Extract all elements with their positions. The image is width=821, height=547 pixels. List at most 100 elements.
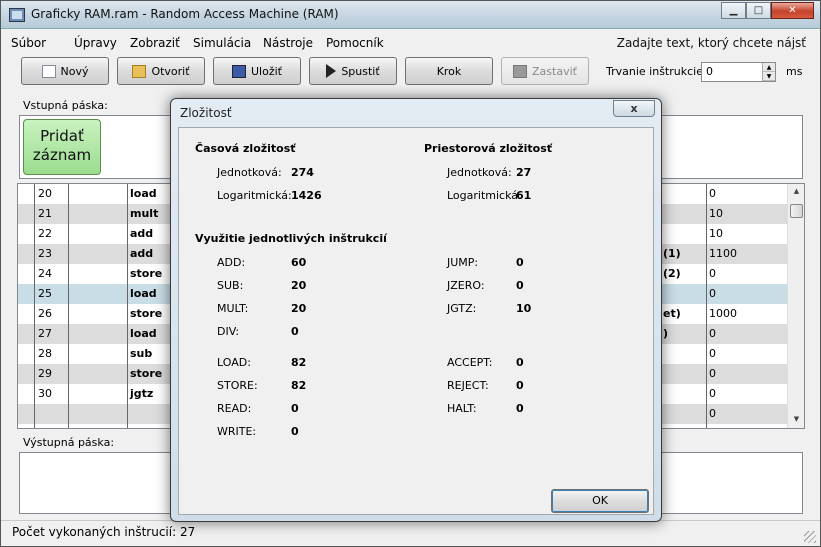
resize-grip-icon[interactable] (804, 531, 816, 543)
maximize-icon: □ (753, 5, 764, 16)
folder-icon (132, 64, 147, 78)
menu-nastroje[interactable]: Nástroje (263, 36, 313, 50)
row-number: 21 (38, 207, 52, 220)
maximize-button[interactable]: □ (746, 2, 771, 19)
row-instruction: load (130, 287, 157, 300)
instr-count: 60 (291, 256, 307, 269)
add-record-label: Pridať záznam (32, 127, 92, 164)
row-argument: (1) (663, 247, 681, 260)
step-button-label: Krok (436, 64, 462, 78)
menu-upravy[interactable]: Úpravy (74, 36, 117, 50)
save-button[interactable]: Uložiť (213, 57, 301, 85)
instr-name: WRITE: (217, 425, 257, 438)
row-number: 27 (38, 327, 52, 340)
grid-divider (706, 184, 707, 428)
instr-name: ACCEPT: (447, 356, 493, 369)
row-number: 22 (38, 227, 52, 240)
input-tape-label: Vstupná páska: (23, 99, 108, 112)
instr-count: 0 (291, 402, 299, 415)
step-button[interactable]: Krok (405, 57, 493, 85)
row-number: 29 (38, 367, 52, 380)
new-button[interactable]: Nový (21, 57, 109, 85)
row-register-value: 0 (709, 387, 716, 400)
time-complexity-heading: Časová zložitosť (195, 142, 296, 155)
minimize-button[interactable]: ▁ (721, 2, 746, 19)
row-register-value: 0 (709, 407, 716, 420)
instr-name: JUMP: (447, 256, 479, 269)
grid-divider (68, 184, 69, 428)
close-icon: x (630, 102, 638, 115)
row-instruction: sub (130, 347, 153, 360)
space-unit-label: Jednotková: (447, 166, 512, 179)
instr-count: 82 (291, 379, 307, 392)
grid-scrollbar[interactable]: ▲ ▼ (787, 184, 804, 428)
row-instruction: load (130, 187, 157, 200)
ok-button[interactable]: OK (551, 489, 649, 513)
row-register-value: 0 (709, 367, 716, 380)
row-instruction: add (130, 227, 154, 240)
menu-pomocnik[interactable]: Pomocník (326, 36, 384, 50)
spin-down-icon[interactable]: ▼ (763, 72, 775, 81)
scroll-up-icon[interactable]: ▲ (788, 187, 804, 195)
menu-zobrazit[interactable]: Zobraziť (130, 36, 180, 50)
dialog-close-button[interactable]: x (613, 100, 655, 117)
instr-name: JGTZ: (447, 302, 477, 315)
window-controls: ▁ □ ✕ (721, 2, 814, 20)
row-register-value: 0 (709, 187, 716, 200)
row-argument: et) (663, 307, 681, 320)
row-number: 26 (38, 307, 52, 320)
time-unit-label: Jednotková: (217, 166, 282, 179)
instr-count: 0 (516, 379, 524, 392)
new-file-icon (41, 64, 56, 78)
open-button-label: Otvoriť (151, 64, 190, 78)
new-button-label: Nový (60, 64, 89, 78)
search-input[interactable]: Zadajte text, ktorý chcete nájsť (617, 36, 806, 50)
close-button[interactable]: ✕ (771, 2, 814, 19)
row-register-value: 10 (709, 227, 723, 240)
row-number: 28 (38, 347, 52, 360)
space-unit-value: 27 (516, 166, 532, 179)
instr-count: 10 (516, 302, 532, 315)
complexity-dialog: Zložitosť x Časová zložitosť Jednotková:… (170, 98, 662, 522)
row-register-value: 1100 (709, 247, 737, 260)
instr-count: 0 (516, 356, 524, 369)
scroll-down-icon[interactable]: ▼ (788, 415, 804, 423)
instr-name: STORE: (217, 379, 258, 392)
row-argument: ) (663, 327, 669, 340)
duration-unit: ms (786, 65, 803, 78)
instr-name: SUB: (217, 279, 244, 292)
menu-bar: Súbor Úpravy Zobraziť Simulácia Nástroje… (1, 32, 820, 54)
stop-button-label: Zastaviť (532, 64, 577, 78)
status-bar: Počet vykonaných inštrucií: 27 (1, 520, 820, 546)
add-record-button[interactable]: Pridať záznam (23, 119, 101, 175)
run-button[interactable]: Spustiť (309, 57, 397, 85)
row-register-value: 0 (709, 347, 716, 360)
run-button-label: Spustiť (341, 64, 380, 78)
duration-label: Trvanie inštrukcie: (606, 65, 707, 78)
row-register-value: 0 (709, 327, 716, 340)
instr-count: 0 (516, 402, 524, 415)
floppy-icon (232, 64, 246, 78)
menu-subor[interactable]: Súbor (11, 36, 46, 50)
stop-button[interactable]: Zastaviť (501, 57, 589, 85)
stop-icon (513, 64, 528, 78)
spin-up-icon[interactable]: ▲ (763, 63, 775, 72)
status-text: Počet vykonaných inštrucií: 27 (12, 525, 196, 539)
time-log-value: 1426 (291, 189, 322, 202)
instruction-usage-heading: Využitie jednotlivých inštrukcií (195, 232, 387, 245)
dialog-body: Časová zložitosť Jednotková: 274 Logarit… (178, 127, 654, 515)
instr-name: READ: (217, 402, 252, 415)
instr-count: 0 (516, 256, 524, 269)
grid-divider (127, 184, 128, 428)
row-argument: (2) (663, 267, 681, 280)
row-number: 30 (38, 387, 52, 400)
menu-simulacia[interactable]: Simulácia (193, 36, 251, 50)
duration-spinner[interactable]: ▲ ▼ (762, 63, 775, 81)
open-button[interactable]: Otvoriť (117, 57, 205, 85)
scroll-thumb[interactable] (790, 204, 803, 218)
row-register-value: 0 (709, 287, 716, 300)
instr-name: HALT: (447, 402, 477, 415)
title-bar[interactable]: Graficky RAM.ram - Random Access Machine… (1, 1, 820, 29)
instr-name: LOAD: (217, 356, 251, 369)
row-instruction: mult (130, 207, 159, 220)
